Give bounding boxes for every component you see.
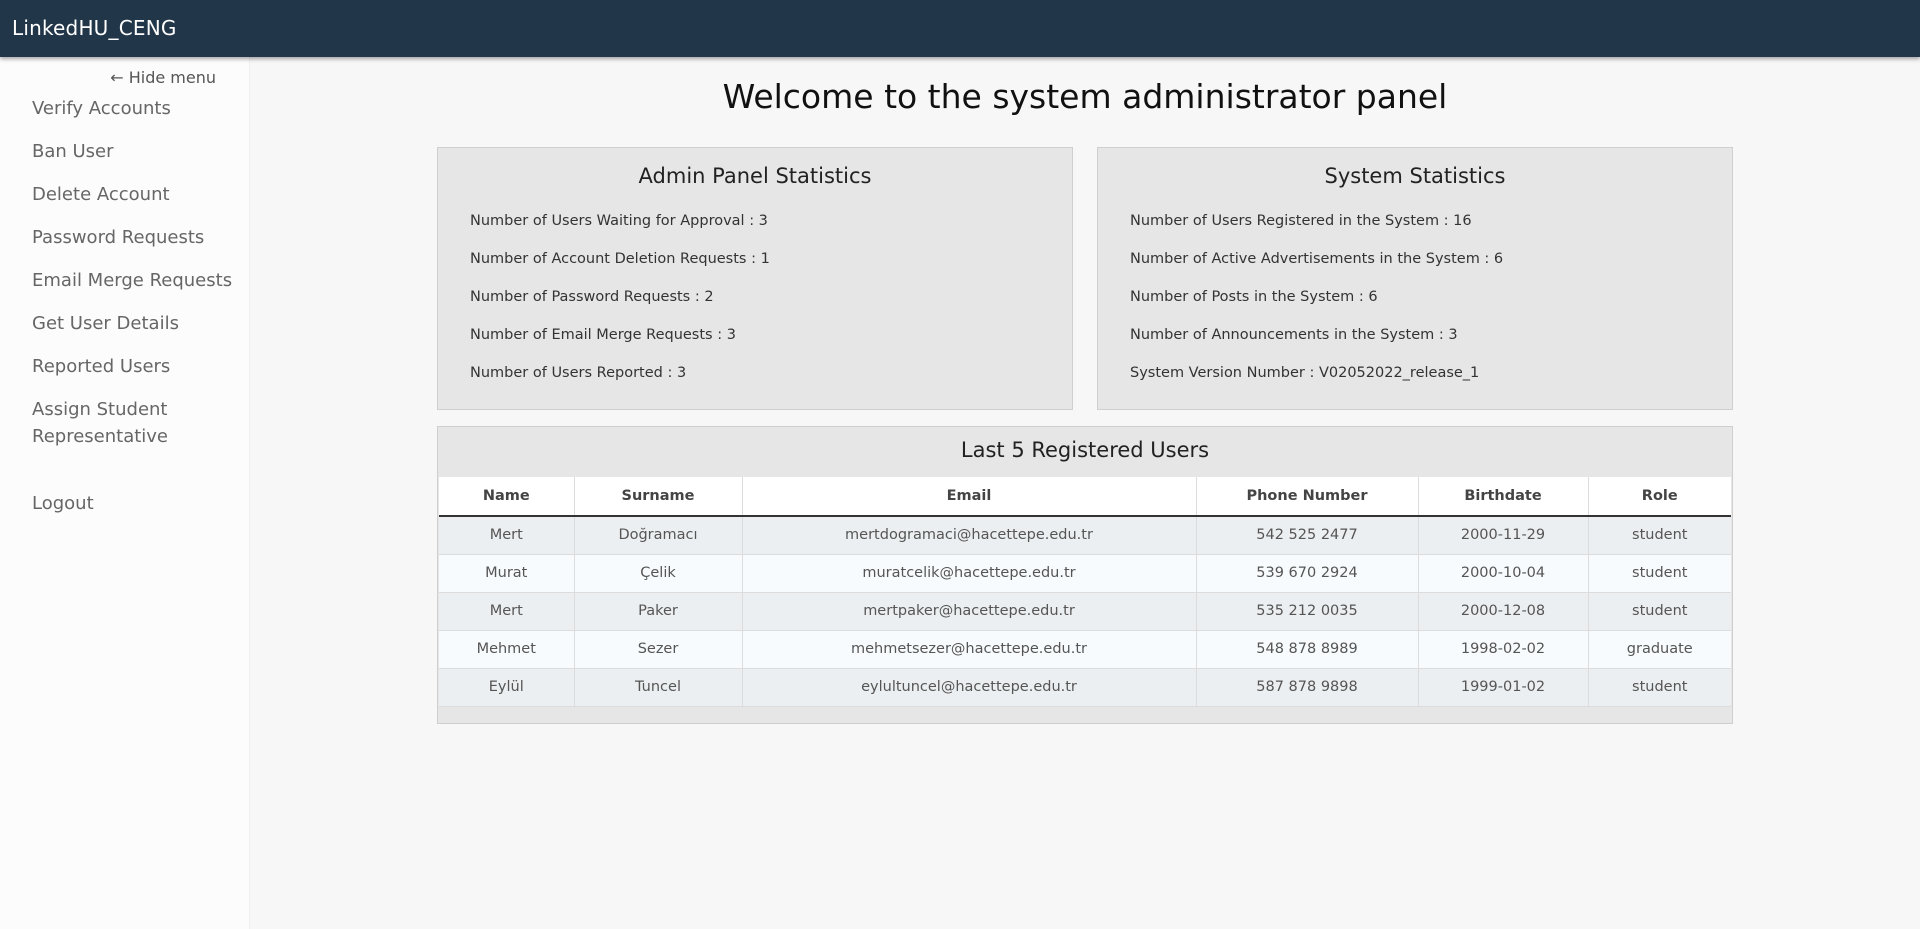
cell-phone: 535 212 0035: [1196, 592, 1419, 631]
cell-surname: Çelik: [574, 554, 743, 593]
system-stat-line: Number of Active Advertisements in the S…: [1130, 251, 1504, 267]
sidebar-item-reported-users[interactable]: Reported Users: [32, 353, 242, 380]
cell-surname: Tuncel: [574, 668, 743, 707]
cell-role: graduate: [1588, 630, 1731, 669]
table-header-row: Name Surname Email Phone Number Birthdat…: [439, 477, 1731, 517]
admin-stat-line: Number of Email Merge Requests : 3: [470, 327, 736, 343]
table-row: Mert Doğramacı mertdogramaci@hacettepe.e…: [439, 516, 1731, 555]
cell-email: mertpaker@hacettepe.edu.tr: [742, 592, 1197, 631]
cell-birthdate: 2000-12-08: [1418, 592, 1589, 631]
cell-name: Mert: [439, 592, 575, 631]
table-row: Mehmet Sezer mehmetsezer@hacettepe.edu.t…: [439, 630, 1731, 669]
table-row: Eylül Tuncel eylultuncel@hacettepe.edu.t…: [439, 668, 1731, 707]
column-header-surname: Surname: [574, 477, 743, 517]
cell-surname: Paker: [574, 592, 743, 631]
cell-email: mehmetsezer@hacettepe.edu.tr: [742, 630, 1197, 669]
admin-stats-title: Admin Panel Statistics: [638, 164, 872, 188]
sidebar-item-get-user-details[interactable]: Get User Details: [32, 310, 242, 337]
cell-role: student: [1588, 554, 1731, 593]
system-stats-title: System Statistics: [1324, 164, 1506, 188]
system-stat-line: Number of Posts in the System : 6: [1130, 289, 1378, 305]
last-users-card: Last 5 Registered Users Name Surname Ema…: [437, 426, 1733, 724]
cell-birthdate: 2000-11-29: [1418, 516, 1589, 555]
table-row: Mert Paker mertpaker@hacettepe.edu.tr 53…: [439, 592, 1731, 631]
sidebar-item-logout[interactable]: Logout: [32, 490, 242, 517]
sidebar-item-email-merge-requests[interactable]: Email Merge Requests: [32, 267, 242, 294]
sidebar-item-password-requests[interactable]: Password Requests: [32, 224, 242, 251]
column-header-email: Email: [742, 477, 1197, 517]
cell-role: student: [1588, 668, 1731, 707]
cell-birthdate: 2000-10-04: [1418, 554, 1589, 593]
column-header-birthdate: Birthdate: [1418, 477, 1589, 517]
top-navbar: LinkedHU_CENG: [0, 0, 1920, 57]
system-stats-card: System Statistics Number of Users Regist…: [1097, 147, 1733, 410]
app-brand[interactable]: LinkedHU_CENG: [12, 16, 177, 40]
column-header-role: Role: [1588, 477, 1731, 517]
cell-email: eylultuncel@hacettepe.edu.tr: [742, 668, 1197, 707]
cell-surname: Sezer: [574, 630, 743, 669]
admin-stats-card: Admin Panel Statistics Number of Users W…: [437, 147, 1073, 410]
sidebar-item-verify-accounts[interactable]: Verify Accounts: [32, 95, 242, 122]
cell-email: muratcelik@hacettepe.edu.tr: [742, 554, 1197, 593]
cell-email: mertdogramaci@hacettepe.edu.tr: [742, 516, 1197, 555]
sidebar-item-assign-student-representative[interactable]: Assign Student Representative: [32, 396, 222, 450]
admin-stat-line: Number of Users Waiting for Approval : 3: [470, 213, 768, 229]
cell-name: Mert: [439, 516, 575, 555]
sidebar-item-delete-account[interactable]: Delete Account: [32, 181, 242, 208]
last-users-title: Last 5 Registered Users: [960, 438, 1210, 462]
sidebar: ← Hide menu Verify Accounts Ban User Del…: [0, 57, 250, 929]
admin-stat-line: Number of Account Deletion Requests : 1: [470, 251, 770, 267]
cell-phone: 587 878 9898: [1196, 668, 1419, 707]
page-title: Welcome to the system administrator pane…: [722, 77, 1448, 116]
column-header-name: Name: [439, 477, 575, 517]
column-header-phone: Phone Number: [1196, 477, 1419, 517]
sidebar-item-ban-user[interactable]: Ban User: [32, 138, 242, 165]
table-row: Murat Çelik muratcelik@hacettepe.edu.tr …: [439, 554, 1731, 593]
cell-phone: 539 670 2924: [1196, 554, 1419, 593]
system-stat-line: System Version Number : V02052022_releas…: [1130, 365, 1480, 381]
system-stat-line: Number of Announcements in the System : …: [1130, 327, 1458, 343]
cell-birthdate: 1999-01-02: [1418, 668, 1589, 707]
cell-phone: 548 878 8989: [1196, 630, 1419, 669]
cell-phone: 542 525 2477: [1196, 516, 1419, 555]
system-stat-line: Number of Users Registered in the System…: [1130, 213, 1472, 229]
cell-name: Murat: [439, 554, 575, 593]
cell-name: Eylül: [439, 668, 575, 707]
main-content: Welcome to the system administrator pane…: [250, 57, 1920, 929]
hide-menu-link[interactable]: ← Hide menu: [110, 68, 216, 87]
cell-role: student: [1588, 516, 1731, 555]
users-table: Name Surname Email Phone Number Birthdat…: [439, 477, 1731, 707]
admin-stat-line: Number of Password Requests : 2: [470, 289, 714, 305]
cell-birthdate: 1998-02-02: [1418, 630, 1589, 669]
cell-role: student: [1588, 592, 1731, 631]
cell-name: Mehmet: [439, 630, 575, 669]
cell-surname: Doğramacı: [574, 516, 743, 555]
admin-stat-line: Number of Users Reported : 3: [470, 365, 687, 381]
